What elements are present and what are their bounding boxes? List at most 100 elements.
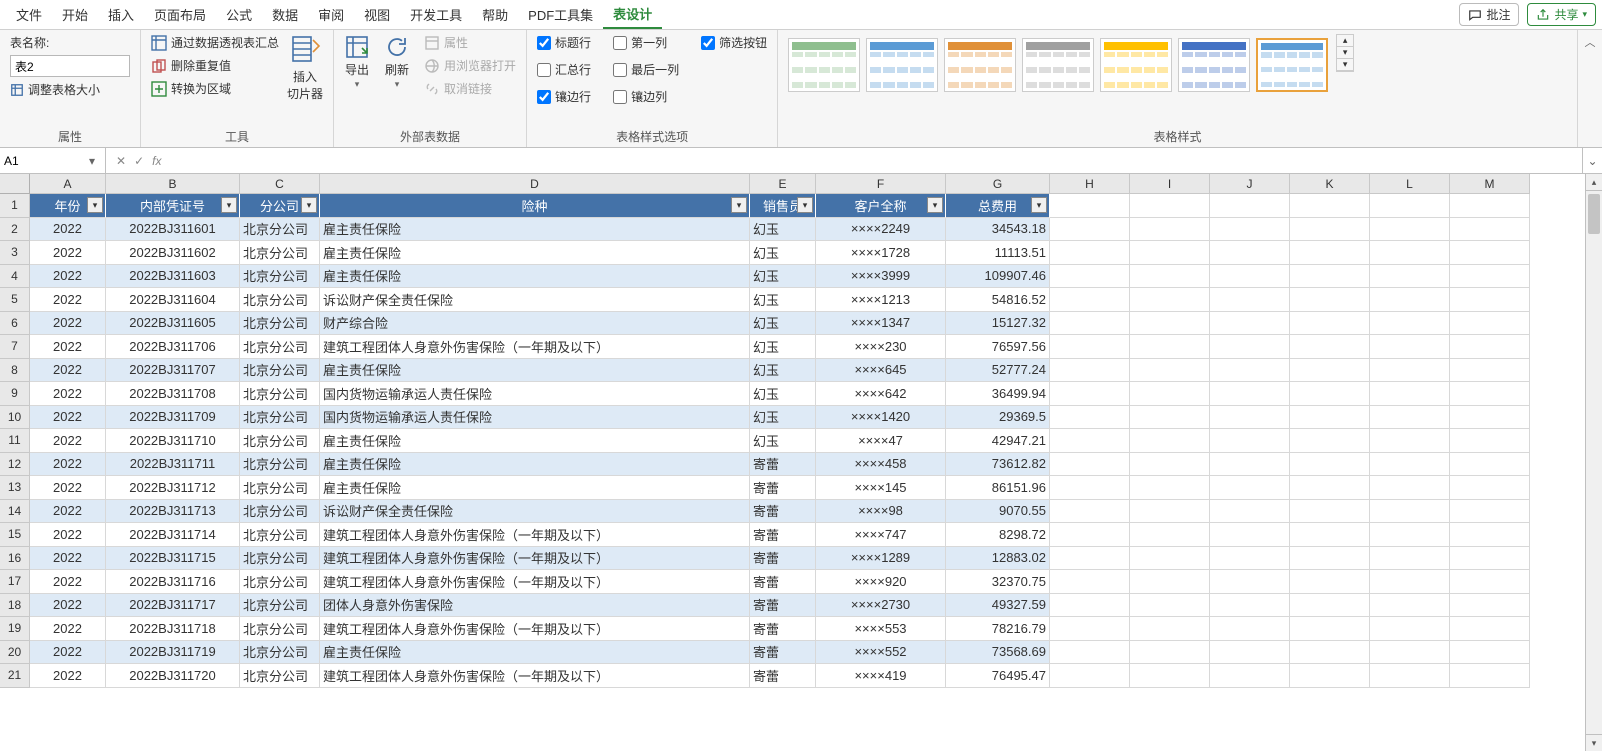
data-cell[interactable]: 雇主责任保险: [320, 453, 750, 477]
data-cell[interactable]: ××××98: [816, 500, 946, 524]
menu-开发工具[interactable]: 开发工具: [400, 1, 472, 28]
data-cell[interactable]: [1370, 429, 1450, 453]
data-cell[interactable]: 寄蕾: [750, 570, 816, 594]
row-header[interactable]: 15: [0, 523, 30, 547]
data-cell[interactable]: 2022: [30, 312, 106, 336]
data-cell[interactable]: [1450, 500, 1530, 524]
data-cell[interactable]: [1290, 241, 1370, 265]
column-header[interactable]: I: [1130, 174, 1210, 194]
menu-PDF工具集[interactable]: PDF工具集: [518, 1, 603, 28]
table-style-thumb[interactable]: [866, 38, 938, 92]
empty-cell[interactable]: [1050, 194, 1130, 218]
data-cell[interactable]: [1130, 664, 1210, 688]
column-header[interactable]: F: [816, 174, 946, 194]
banded-rows-checkbox[interactable]: [537, 90, 551, 104]
column-header[interactable]: E: [750, 174, 816, 194]
row-header[interactable]: 21: [0, 664, 30, 688]
banded-cols-checkbox[interactable]: [613, 90, 627, 104]
data-cell[interactable]: 2022BJ311602: [106, 241, 240, 265]
data-cell[interactable]: [1290, 476, 1370, 500]
data-cell[interactable]: 北京分公司: [240, 570, 320, 594]
data-cell[interactable]: [1290, 547, 1370, 571]
comments-button[interactable]: 批注: [1459, 3, 1519, 26]
data-cell[interactable]: 8298.72: [946, 523, 1050, 547]
data-cell[interactable]: [1450, 641, 1530, 665]
opt-first-col[interactable]: 第一列: [613, 34, 679, 51]
data-cell[interactable]: [1050, 406, 1130, 430]
gallery-scroll-up[interactable]: ▴: [1337, 35, 1353, 47]
gallery-more-button[interactable]: ▾: [1337, 59, 1353, 71]
data-cell[interactable]: ××××458: [816, 453, 946, 477]
insert-slicer-button[interactable]: 插入 切片器: [287, 34, 323, 102]
data-cell[interactable]: 北京分公司: [240, 594, 320, 618]
data-cell[interactable]: 雇主责任保险: [320, 476, 750, 500]
data-cell[interactable]: [1130, 218, 1210, 242]
row-header[interactable]: 2: [0, 218, 30, 242]
data-cell[interactable]: [1290, 335, 1370, 359]
data-cell[interactable]: [1370, 547, 1450, 571]
data-cell[interactable]: [1290, 617, 1370, 641]
filter-dropdown-button[interactable]: ▾: [87, 197, 103, 213]
data-cell[interactable]: 国内货物运输承运人责任保险: [320, 382, 750, 406]
data-cell[interactable]: 幻玉: [750, 218, 816, 242]
data-cell[interactable]: 幻玉: [750, 288, 816, 312]
data-cell[interactable]: 北京分公司: [240, 664, 320, 688]
data-cell[interactable]: 86151.96: [946, 476, 1050, 500]
row-header[interactable]: 13: [0, 476, 30, 500]
data-cell[interactable]: [1290, 453, 1370, 477]
data-cell[interactable]: 国内货物运输承运人责任保险: [320, 406, 750, 430]
table-style-thumb[interactable]: [1100, 38, 1172, 92]
data-cell[interactable]: 2022: [30, 241, 106, 265]
data-cell[interactable]: [1370, 335, 1450, 359]
data-cell[interactable]: [1050, 265, 1130, 289]
row-header[interactable]: 3: [0, 241, 30, 265]
filter-dropdown-button[interactable]: ▾: [221, 197, 237, 213]
data-cell[interactable]: 78216.79: [946, 617, 1050, 641]
data-cell[interactable]: [1370, 406, 1450, 430]
data-cell[interactable]: [1130, 547, 1210, 571]
data-cell[interactable]: [1290, 429, 1370, 453]
data-cell[interactable]: 北京分公司: [240, 265, 320, 289]
data-cell[interactable]: [1210, 500, 1290, 524]
opt-banded-cols[interactable]: 镶边列: [613, 88, 679, 105]
data-cell[interactable]: [1130, 641, 1210, 665]
data-cell[interactable]: 2022: [30, 429, 106, 453]
data-cell[interactable]: 15127.32: [946, 312, 1050, 336]
data-cell[interactable]: 寄蕾: [750, 664, 816, 688]
data-cell[interactable]: 2022: [30, 335, 106, 359]
column-header[interactable]: H: [1050, 174, 1130, 194]
data-cell[interactable]: [1450, 594, 1530, 618]
data-cell[interactable]: ××××552: [816, 641, 946, 665]
data-cell[interactable]: 2022BJ311603: [106, 265, 240, 289]
data-cell[interactable]: [1050, 617, 1130, 641]
data-cell[interactable]: ××××920: [816, 570, 946, 594]
data-cell[interactable]: 财产综合险: [320, 312, 750, 336]
data-cell[interactable]: [1370, 664, 1450, 688]
data-cell[interactable]: [1130, 500, 1210, 524]
data-cell[interactable]: [1210, 359, 1290, 383]
data-cell[interactable]: [1450, 429, 1530, 453]
data-cell[interactable]: ××××1347: [816, 312, 946, 336]
menu-开始[interactable]: 开始: [52, 1, 98, 28]
empty-cell[interactable]: [1290, 194, 1370, 218]
data-cell[interactable]: [1450, 382, 1530, 406]
data-cell[interactable]: [1130, 570, 1210, 594]
scroll-thumb[interactable]: [1588, 194, 1600, 234]
data-cell[interactable]: [1210, 641, 1290, 665]
data-cell[interactable]: 76597.56: [946, 335, 1050, 359]
data-cell[interactable]: 北京分公司: [240, 500, 320, 524]
filter-dropdown-button[interactable]: ▾: [1031, 197, 1047, 213]
share-button[interactable]: 共享 ▾: [1527, 3, 1596, 26]
data-cell[interactable]: 北京分公司: [240, 218, 320, 242]
data-cell[interactable]: [1370, 312, 1450, 336]
data-cell[interactable]: [1050, 476, 1130, 500]
data-cell[interactable]: 寄蕾: [750, 617, 816, 641]
data-cell[interactable]: [1290, 218, 1370, 242]
data-cell[interactable]: [1370, 359, 1450, 383]
data-cell[interactable]: [1450, 406, 1530, 430]
data-cell[interactable]: 32370.75: [946, 570, 1050, 594]
formula-bar-expand[interactable]: ⌄: [1582, 148, 1602, 173]
data-cell[interactable]: 2022: [30, 476, 106, 500]
table-header-cell[interactable]: 内部凭证号▾: [106, 194, 240, 218]
data-cell[interactable]: 北京分公司: [240, 335, 320, 359]
